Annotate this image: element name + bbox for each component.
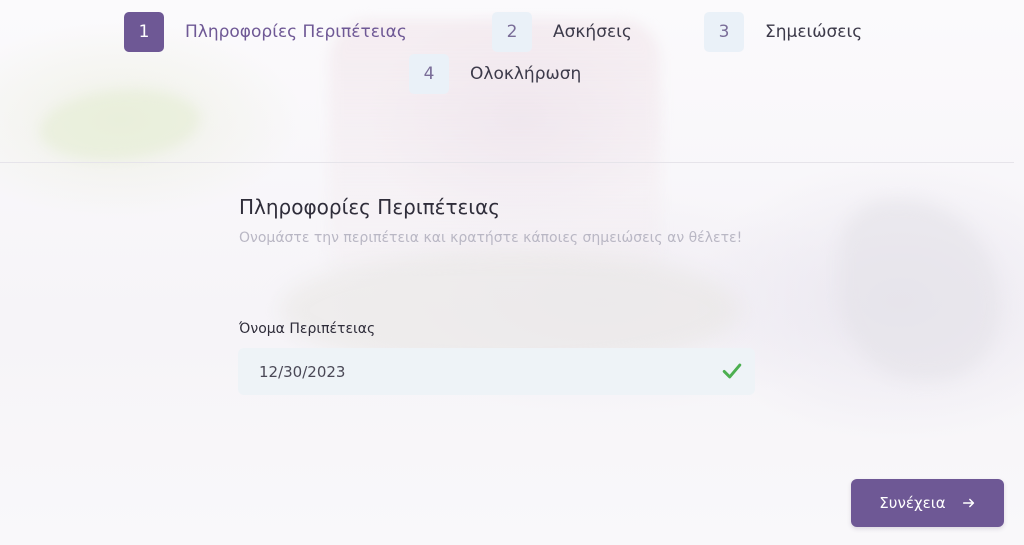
step-number: 4 — [409, 54, 449, 94]
step-number: 1 — [124, 12, 164, 52]
step-adventure-info[interactable]: 1 Πληροφορίες Περιπέτειας — [124, 12, 407, 52]
step-label: Ολοκλήρωση — [470, 64, 582, 84]
continue-button-label: Συνέχεια — [879, 494, 946, 512]
step-label: Σημειώσεις — [765, 22, 863, 42]
background-foliage — [40, 90, 200, 160]
step-label: Ασκήσεις — [553, 22, 632, 42]
adventure-name-label: Όνομα Περιπέτειας — [239, 321, 376, 337]
step-completion[interactable]: 4 Ολοκλήρωση — [409, 54, 581, 94]
form-subtitle: Ονομάστε την περιπέτεια και κρατήστε κάπ… — [239, 230, 743, 246]
continue-button[interactable]: Συνέχεια — [851, 479, 1004, 527]
step-label: Πληροφορίες Περιπέτειας — [185, 22, 407, 42]
check-icon — [722, 363, 742, 379]
step-number: 2 — [492, 12, 532, 52]
step-number: 3 — [704, 12, 744, 52]
adventure-name-input[interactable] — [259, 362, 699, 381]
step-notes[interactable]: 3 Σημειώσεις — [704, 12, 862, 52]
arrow-right-icon — [962, 498, 974, 508]
background-rock — [840, 200, 1000, 380]
adventure-name-field — [238, 348, 755, 395]
header-divider — [0, 162, 1014, 163]
form-title: Πληροφορίες Περιπέτειας — [239, 195, 500, 219]
step-exercises[interactable]: 2 Ασκήσεις — [492, 12, 632, 52]
